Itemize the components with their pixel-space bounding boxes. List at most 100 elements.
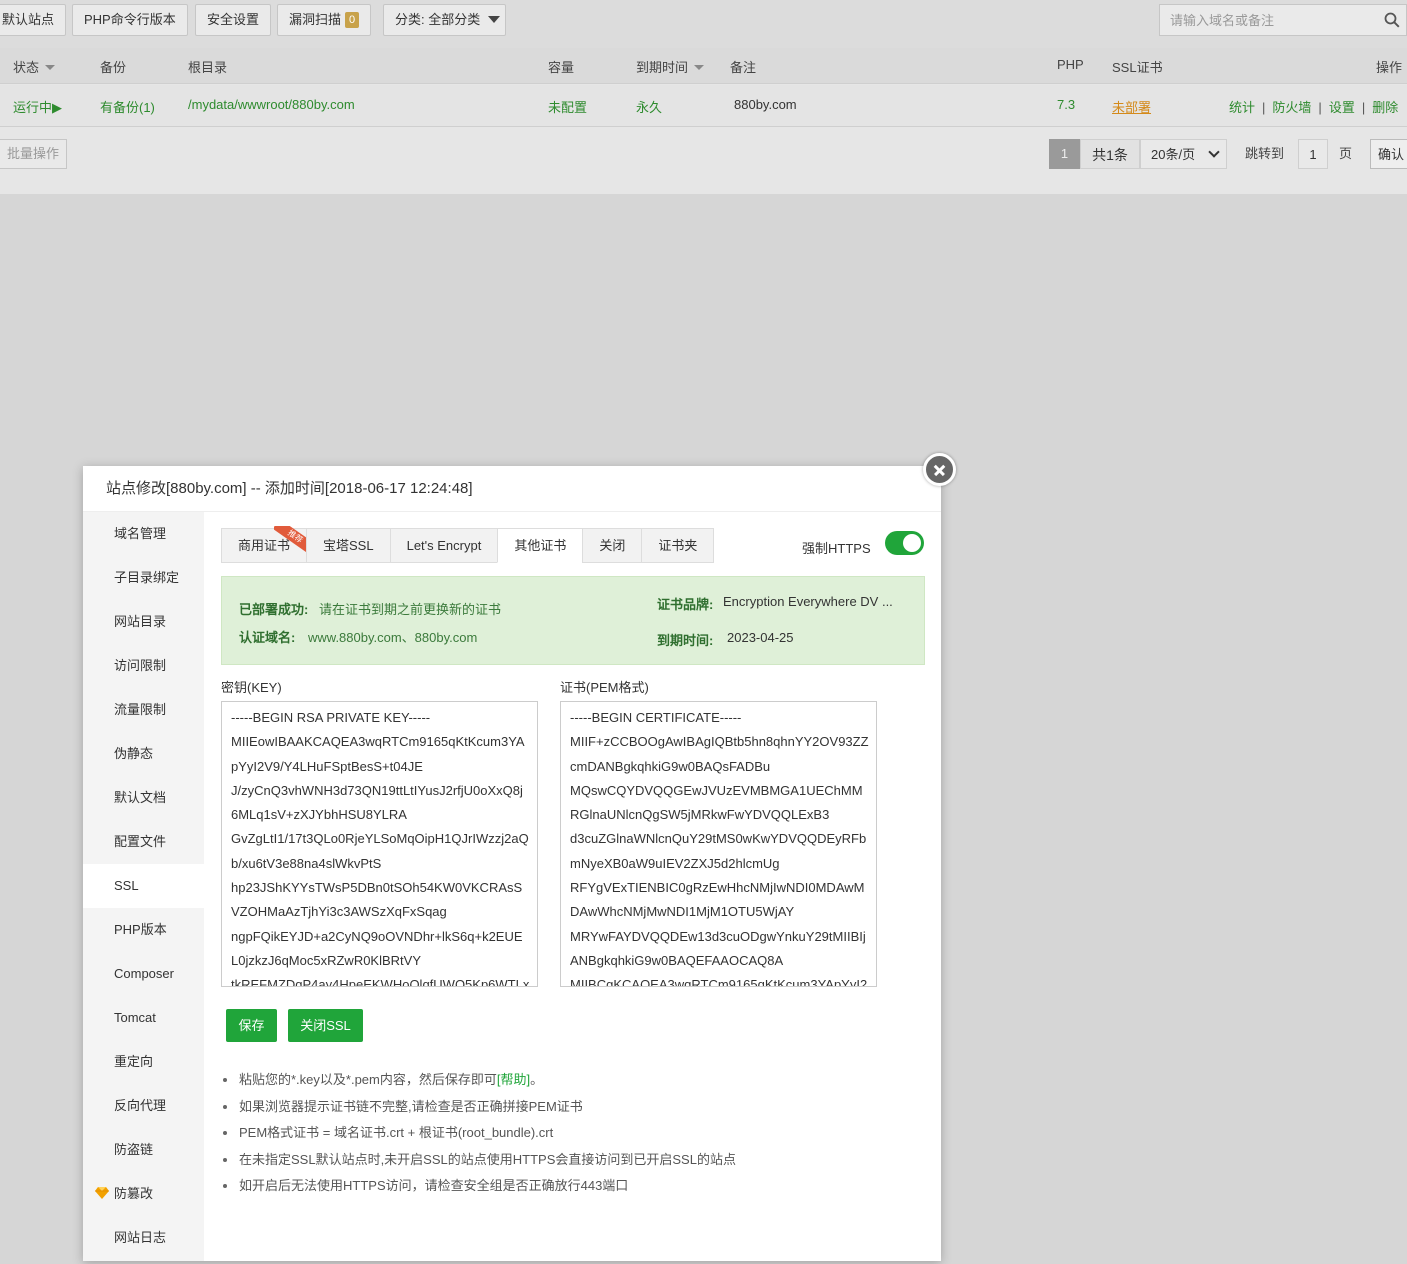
tab-other-cert[interactable]: 其他证书 bbox=[497, 528, 584, 563]
header-capacity: 容量 bbox=[548, 60, 575, 75]
cert-label: 证书(PEM格式) bbox=[560, 680, 649, 695]
settings-link[interactable]: 设置 bbox=[1329, 100, 1355, 115]
key-textarea[interactable]: -----BEGIN RSA PRIVATE KEY----- MIIEowIB… bbox=[221, 701, 538, 987]
cert-line: RGlnaUNlcnQgSW5jMRkwFwYDVQQLExB3 bbox=[570, 807, 830, 823]
cert-line: -----BEGIN CERTIFICATE----- bbox=[570, 710, 742, 725]
caret-down-icon bbox=[488, 16, 501, 23]
category-select[interactable]: 分类: 全部分类 bbox=[383, 4, 506, 36]
jump-page-input[interactable]: 1 bbox=[1298, 139, 1328, 169]
stats-link[interactable]: 统计 bbox=[1229, 100, 1255, 115]
site-list-panel: 默认站点 PHP命令行版本 安全设置 漏洞扫描0 分类: 全部分类 状态 备份 … bbox=[0, 0, 1407, 194]
sidebar-item-tomcat[interactable]: Tomcat bbox=[83, 996, 204, 1040]
key-line: 6MLq1sV+zXJYbhHSU8YLRA bbox=[231, 807, 407, 823]
force-https-toggle[interactable] bbox=[885, 531, 924, 555]
search-input[interactable] bbox=[1160, 5, 1370, 35]
page-unit-label: 页 bbox=[1339, 146, 1353, 161]
force-https-label: 强制HTTPS bbox=[802, 541, 871, 556]
tab-lets-encrypt[interactable]: Let's Encrypt bbox=[389, 528, 499, 563]
list-item: 在未指定SSL默认站点时,未开启SSL的站点使用HTTPS会直接访问到已开启SS… bbox=[221, 1147, 921, 1174]
root-dir-link[interactable]: /mydata/wwwroot/880by.com bbox=[188, 97, 355, 112]
action-separator: | bbox=[1361, 100, 1366, 115]
firewall-link[interactable]: 防火墙 bbox=[1272, 100, 1311, 115]
default-site-button[interactable]: 默认站点 bbox=[0, 4, 67, 36]
tab-cert-folder[interactable]: 证书夹 bbox=[641, 528, 715, 563]
modal-title: 站点修改[880by.com] -- 添加时间[2018-06-17 12:24… bbox=[83, 466, 941, 512]
key-line: MIIEowIBAAKCAQEA3wqRTCm9165qKtKcum3YA bbox=[231, 734, 525, 750]
sidebar-item-config[interactable]: 配置文件 bbox=[83, 820, 204, 864]
ssl-panel: 商用证书 推荐 宝塔SSL Let's Encrypt 其他证书 关闭 证书夹 … bbox=[204, 512, 941, 1261]
help-link[interactable]: [帮助] bbox=[497, 1072, 530, 1087]
expire-value: 2023-04-25 bbox=[727, 630, 794, 645]
chevron-down-icon bbox=[1208, 146, 1220, 158]
expire-link[interactable]: 永久 bbox=[636, 97, 662, 116]
sidebar-item-tamper-proof[interactable]: 防篡改 bbox=[83, 1172, 204, 1216]
save-button[interactable]: 保存 bbox=[226, 1009, 277, 1042]
cert-line: mNyeXB0aW9uIEV2ZXJ5d2hlcmUg bbox=[570, 855, 780, 871]
site-status-link[interactable]: 运行中▶ bbox=[13, 97, 62, 116]
list-item: 如果浏览器提示证书链不完整,请检查是否正确拼接PEM证书 bbox=[221, 1094, 921, 1121]
cert-line: MRYwFAYDVQQDEw13d3cuODgwYnkuY29tMIIBIj bbox=[570, 928, 866, 944]
vuln-scan-label: 漏洞扫描 bbox=[289, 12, 342, 27]
sidebar-item-rewrite[interactable]: 伪静态 bbox=[83, 732, 204, 776]
capacity-link[interactable]: 未配置 bbox=[548, 97, 587, 116]
action-separator: | bbox=[1318, 100, 1322, 115]
header-status-label: 状态 bbox=[13, 60, 40, 75]
list-item: 粘贴您的*.key以及*.pem内容，然后保存即可[帮助]。 bbox=[221, 1067, 921, 1094]
ssl-tips-list: 粘贴您的*.key以及*.pem内容，然后保存即可[帮助]。 如果浏览器提示证书… bbox=[221, 1067, 921, 1200]
header-status[interactable]: 状态 bbox=[13, 57, 56, 76]
ssl-tabs: 商用证书 推荐 宝塔SSL Let's Encrypt 其他证书 关闭 证书夹 bbox=[221, 526, 715, 563]
cert-line: MQswCQYDVQQGEwJVUzEVMBMGA1UEChMM bbox=[570, 782, 863, 798]
tip-text: 粘贴您的*.key以及*.pem内容，然后保存即可 bbox=[239, 1072, 497, 1087]
sidebar-item-default-doc[interactable]: 默认文档 bbox=[83, 776, 204, 820]
key-line: L0jzkzJ6qMoc5xRZwR0KlBRtVY bbox=[231, 952, 422, 968]
tab-bt-ssl[interactable]: 宝塔SSL bbox=[306, 528, 391, 563]
diamond-icon bbox=[95, 1187, 109, 1199]
close-icon[interactable] bbox=[923, 453, 956, 486]
sidebar-item-composer[interactable]: Composer bbox=[83, 952, 204, 996]
recommend-ribbon-label: 推荐 bbox=[274, 526, 311, 552]
php-version-link[interactable]: 7.3 bbox=[1057, 97, 1075, 112]
vuln-count-badge: 0 bbox=[345, 12, 360, 28]
page-current[interactable]: 1 bbox=[1049, 139, 1080, 169]
tab-commercial-cert[interactable]: 商用证书 推荐 bbox=[221, 526, 311, 563]
sidebar-item-site-log[interactable]: 网站日志 bbox=[83, 1216, 204, 1260]
key-line: ngpFQikEYJD+a2CyNQ9oOVNDhr+lkS6q+k2EUE bbox=[231, 928, 523, 944]
batch-operation-button[interactable]: 批量操作 bbox=[0, 139, 67, 169]
sidebar-item-ssl[interactable]: SSL bbox=[83, 864, 204, 908]
ssl-status-link[interactable]: 未部署 bbox=[1112, 97, 1151, 116]
default-site-label: 默认站点 bbox=[2, 12, 55, 27]
tab-close[interactable]: 关闭 bbox=[582, 528, 643, 563]
cert-textarea[interactable]: -----BEGIN CERTIFICATE----- MIIF+zCCBOOg… bbox=[560, 701, 877, 987]
page-size-select[interactable]: 20条/页 bbox=[1140, 139, 1227, 169]
search-icon[interactable] bbox=[1384, 12, 1400, 28]
deployed-label: 已部署成功: bbox=[239, 602, 309, 617]
key-line: hp23JShKYYsTWsP5DBn0tSOh54KW0VKCRAsS bbox=[231, 880, 523, 896]
backup-link[interactable]: 有备份(1) bbox=[100, 97, 155, 116]
site-search bbox=[1159, 4, 1407, 36]
jump-confirm-button[interactable]: 确认 bbox=[1370, 139, 1407, 169]
sidebar-item-php-version[interactable]: PHP版本 bbox=[83, 908, 204, 952]
sidebar-item-reverse-proxy[interactable]: 反向代理 bbox=[83, 1084, 204, 1128]
sidebar-item-redirect[interactable]: 重定向 bbox=[83, 1040, 204, 1084]
cert-line: MIIF+zCCBOOgAwIBAgIQBtb5hn8qhnYY2OV93ZZ bbox=[570, 734, 869, 750]
cert-line: RFYgVExTIENBIC0gRzEwHhcNMjIwNDI0MDAwM bbox=[570, 880, 865, 896]
sidebar-item-subdir[interactable]: 子目录绑定 bbox=[83, 556, 204, 600]
key-label: 密钥(KEY) bbox=[221, 680, 282, 695]
note-text[interactable]: 880by.com bbox=[734, 97, 797, 112]
security-settings-button[interactable]: 安全设置 bbox=[195, 4, 272, 36]
sidebar-item-site-dir[interactable]: 网站目录 bbox=[83, 600, 204, 644]
sidebar-item-domain[interactable]: 域名管理 bbox=[83, 512, 204, 556]
header-note: 备注 bbox=[730, 60, 757, 75]
security-settings-label: 安全设置 bbox=[207, 12, 260, 27]
sidebar-item-traffic-limit[interactable]: 流量限制 bbox=[83, 688, 204, 732]
sidebar-item-hotlink[interactable]: 防盗链 bbox=[83, 1128, 204, 1172]
toggle-knob bbox=[903, 534, 921, 552]
delete-link[interactable]: 删除 bbox=[1372, 100, 1398, 115]
header-expire[interactable]: 到期时间 bbox=[636, 57, 705, 76]
sidebar-item-access-limit[interactable]: 访问限制 bbox=[83, 644, 204, 688]
domain-label: 认证域名: bbox=[239, 630, 296, 645]
close-ssl-button[interactable]: 关闭SSL bbox=[288, 1009, 363, 1042]
php-cli-button[interactable]: PHP命令行版本 bbox=[72, 4, 188, 36]
header-root: 根目录 bbox=[188, 60, 228, 75]
vuln-scan-button[interactable]: 漏洞扫描 0 bbox=[277, 4, 372, 36]
